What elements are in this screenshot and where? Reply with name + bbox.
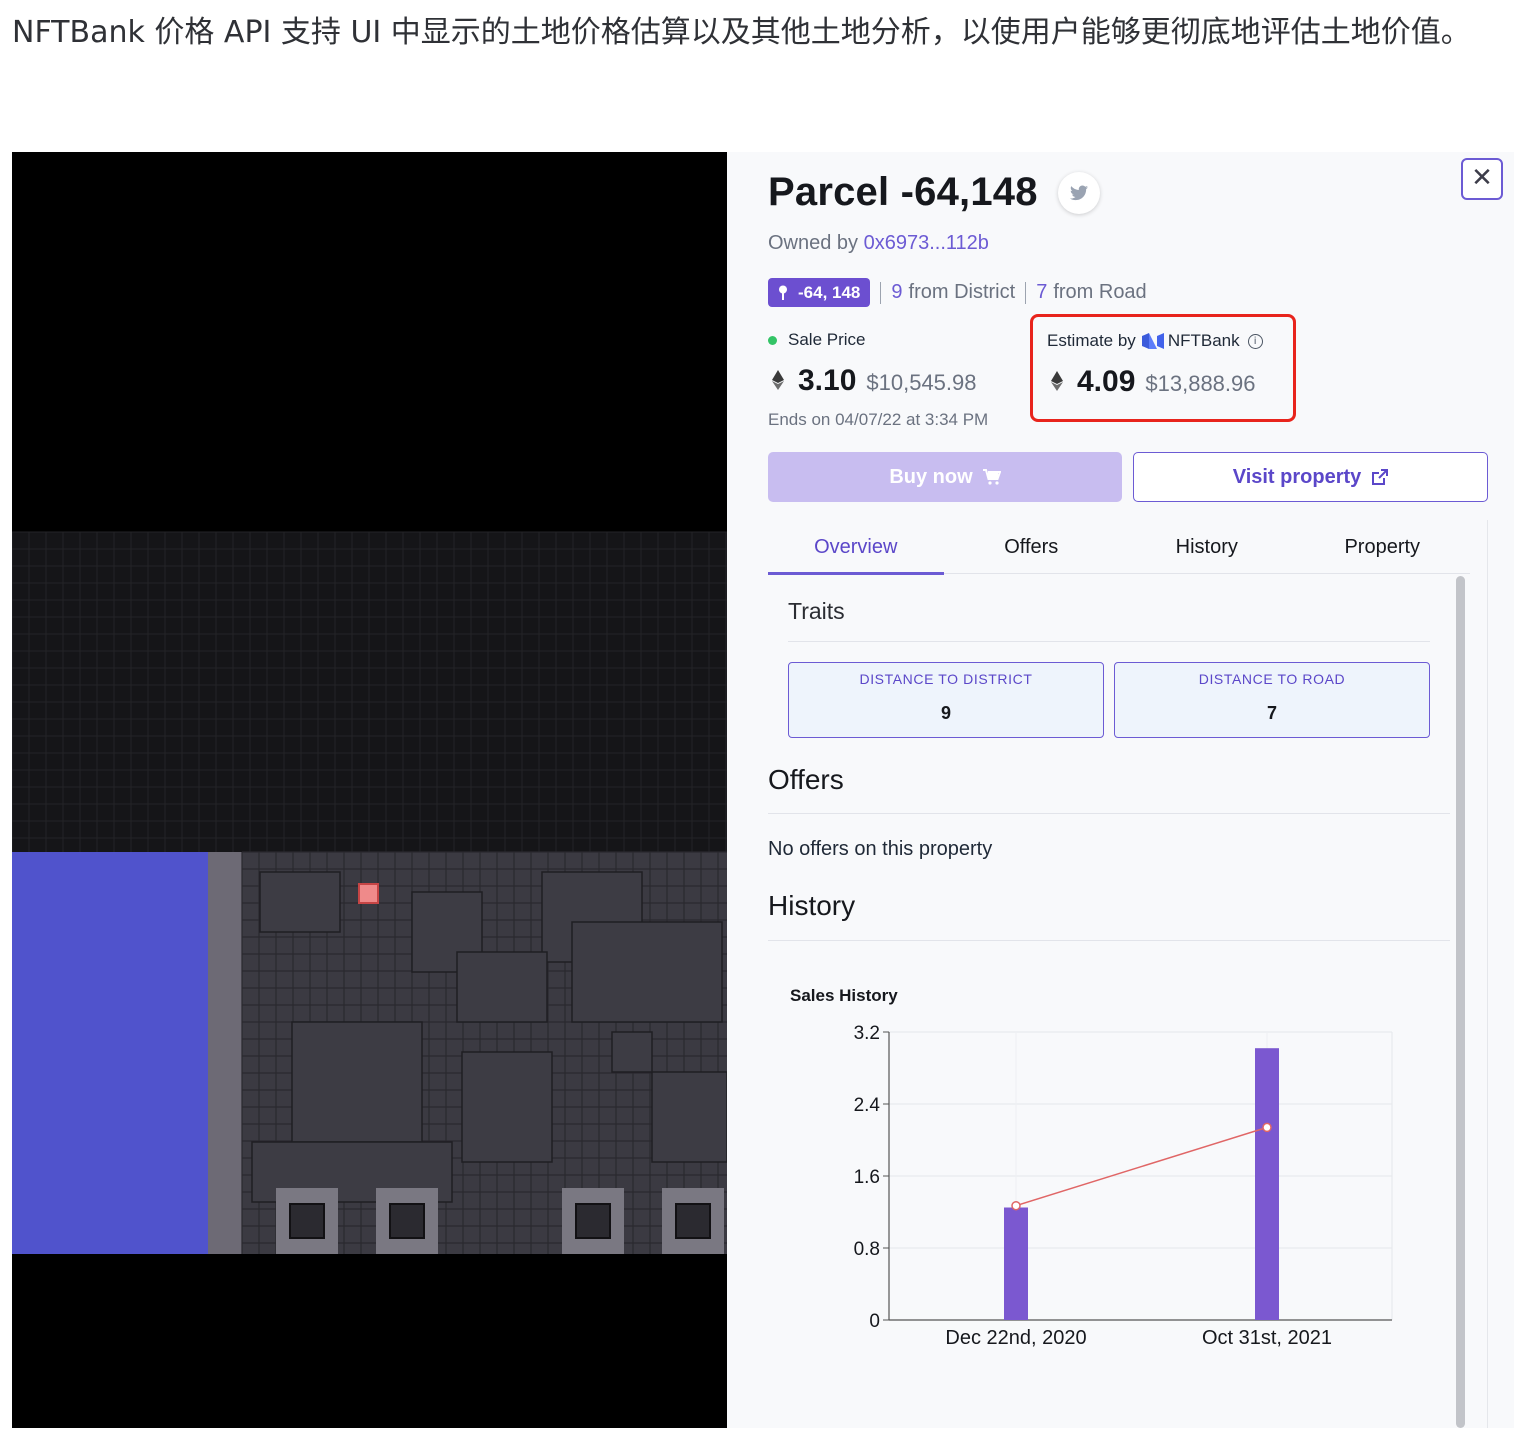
x-tick-label: Oct 31st, 2021 [1202,1327,1332,1349]
offers-heading: Offers [768,764,844,795]
plaza-inner [575,1203,611,1239]
estate-block [571,921,723,1023]
divider [1025,281,1027,304]
estimate-provider: NFTBank [1167,331,1240,350]
tab-overview[interactable]: Overview [768,522,944,575]
x-tick-label: Dec 22nd, 2020 [945,1327,1086,1349]
history-heading: History [768,890,856,921]
line-point [1262,1122,1272,1133]
title-row: Parcel -64,148 [768,170,1100,215]
series-line [1015,1126,1268,1207]
divider [788,641,1430,642]
estate-block [456,951,548,1023]
sales-history-chart-svg: Sales History 0 0.8 1.6 2.4 3.2 Dec 22nd, 2020… [790,986,1393,1349]
sale-price-row: 3.10 $10,545.98 [768,364,988,398]
status-dot [768,335,777,345]
sale-price-usd: $10,545.98 [866,370,977,395]
tab-offers[interactable]: Offers [944,522,1120,573]
estate-block [259,871,341,933]
y-tick-label: 0.8 [854,1239,880,1260]
visit-property-button[interactable]: Visit property [1133,452,1488,502]
estimate-label: Estimate by [1047,331,1136,350]
traits-heading: Traits [788,598,845,624]
y-tick-label: 3.2 [854,1023,880,1044]
twitter-icon [1069,185,1088,200]
owner-address-link[interactable]: 0x6973...112b [864,232,989,254]
divider [768,940,1450,941]
divider [768,813,1450,814]
y-tick-label: 2.4 [854,1095,881,1116]
tab-history[interactable]: History [1119,522,1295,573]
estimate-highlight-box: Estimate by NFTBank i 4.09 $13,888.96 [1030,314,1296,422]
y-tick-label: 1.6 [854,1167,880,1188]
intro-paragraph: NFTBank 价格 API 支持 UI 中显示的土地价格估算以及其他土地分析，… [12,15,1471,50]
road-label: from Road [1053,281,1147,303]
line-point [1011,1200,1021,1211]
eth-icon [772,370,784,390]
cart-icon [982,469,1001,485]
owner-prefix: Owned by [768,232,859,254]
estimate-price-row: 4.09 $13,888.96 [1047,365,1263,399]
tab-property[interactable]: Property [1295,522,1471,573]
external-link-icon [1372,468,1389,485]
bar [1255,1048,1279,1320]
district-distance: 9 [891,281,903,303]
bar [1004,1207,1028,1320]
visit-property-label: Visit property [1232,465,1362,488]
chart-title: Sales History [790,986,898,1005]
scroll-rail [1487,520,1488,1428]
estimate-price-eth: 4.09 [1077,365,1136,398]
estimate-price-usd: $13,888.96 [1145,371,1256,396]
trait-value: 7 [1266,703,1277,723]
estate-block [291,1021,423,1143]
land-map-canvas[interactable] [12,152,727,1428]
pin-icon [779,285,787,300]
buy-now-button[interactable]: Buy now [768,452,1122,502]
location-chips: -64, 148 9 from District 7 from Road [768,278,1147,307]
selected-parcel-marker [358,883,379,904]
sale-price-eth: 3.10 [798,364,857,397]
estate-block [611,1031,653,1073]
coordinates-value: -64, 148 [798,282,861,302]
estimate-block: Estimate by NFTBank i 4.09 $13,888.96 [1047,331,1263,399]
plaza-inner [289,1203,325,1239]
trait-card-road: DISTANCE TO ROAD 7 [1114,662,1430,738]
trait-label: DISTANCE TO ROAD [1198,671,1346,687]
no-offers-text: No offers on this property [768,838,993,860]
estate-block [461,1051,553,1163]
buy-now-label: Buy now [889,465,973,488]
close-button[interactable]: ✕ [1461,158,1503,200]
plaza-inner [389,1203,425,1239]
estimate-label-row: Estimate by NFTBank i [1047,331,1263,351]
road-distance: 7 [1036,281,1048,303]
owner-line: Owned by 0x6973...112b [768,232,989,255]
plaza-inner [675,1203,711,1239]
detail-tabs: Overview Offers History Property [768,522,1471,575]
parcel-detail-panel: ✕ Parcel -64,148 Owned by 0x6973...112b … [727,152,1514,1428]
page-title: Parcel -64,148 [768,170,1038,214]
sale-price-label: Sale Price [788,330,866,349]
info-icon[interactable]: i [1247,333,1263,349]
trait-label: DISTANCE TO DISTRICT [859,671,1033,687]
road-strip [208,852,242,1254]
divider [880,281,882,304]
sale-price-label-row: Sale Price [768,330,988,350]
trait-value: 9 [940,703,951,723]
land-map[interactable] [12,152,727,1428]
eth-icon [1051,371,1063,391]
parcels-area [241,851,727,1254]
trait-card-district: DISTANCE TO DISTRICT 9 [788,662,1104,738]
coordinates-badge[interactable]: -64, 148 [768,278,871,307]
map-grid-area [12,531,727,852]
sales-history-chart: Sales History 0 0.8 1.6 2.4 3.2 Dec 22nd, 2020… [767,978,1467,1358]
district-label: from District [908,281,1016,303]
sale-price-block: Sale Price 3.10 $10,545.98 Ends on 04/07… [768,330,988,430]
nftbank-logo-icon [1141,333,1164,349]
estate-block [651,1071,727,1163]
close-icon: ✕ [1471,163,1493,193]
sale-ends-text: Ends on 04/07/22 at 3:34 PM [768,410,989,429]
share-twitter-button[interactable] [1057,171,1100,214]
y-tick-label: 0 [869,1311,880,1332]
district-block [12,852,208,1254]
